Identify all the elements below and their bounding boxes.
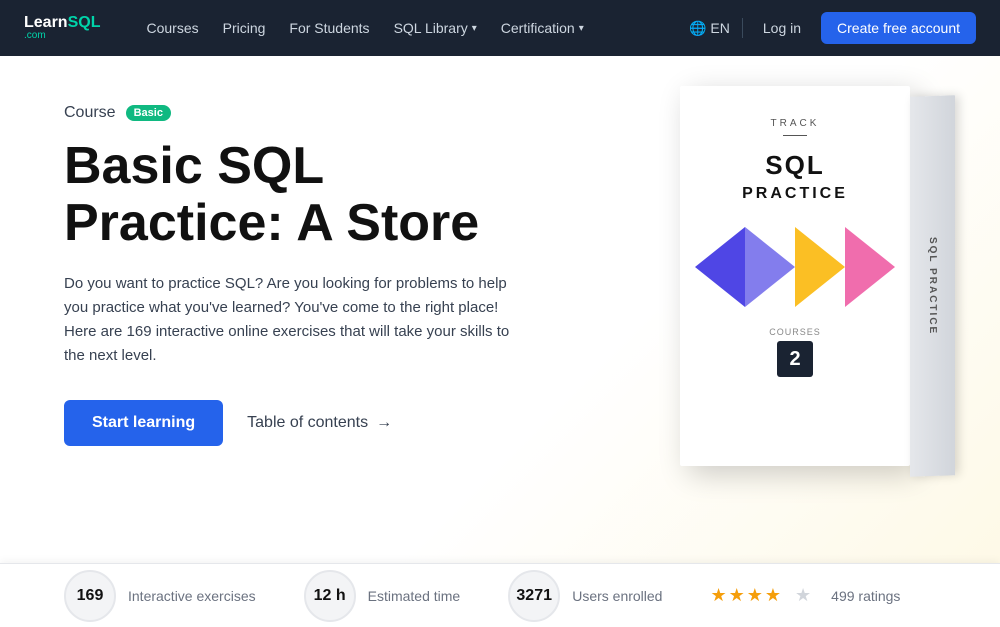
toc-label: Table of contents [247,414,368,432]
title-line1: Basic SQL [64,137,324,195]
hero-section: Course Basic Basic SQL Practice: A Store… [0,56,1000,563]
book-divider [783,135,807,136]
time-label: Estimated time [368,588,461,604]
navbar: LearnSQL .com Courses Pricing For Studen… [0,0,1000,56]
chevron-down-icon: ▾ [579,23,584,34]
arrow-icon: → [376,414,392,432]
lang-label: EN [710,20,729,36]
table-of-contents-link[interactable]: Table of contents → [247,414,392,432]
nav-sql-library[interactable]: SQL Library ▾ [384,14,487,42]
enrolled-label: Users enrolled [572,588,662,604]
book-courses-count: 2 [777,341,813,377]
book-subtitle: PRACTICE [742,185,848,203]
create-account-button[interactable]: Create free account [821,12,976,44]
enrolled-count: 3271 [508,570,560,622]
star-icons: ★★★★ [710,585,783,606]
shape-blue-left [695,227,745,307]
stat-enrolled: 3271 Users enrolled [508,570,662,622]
globe-icon: 🌐 [689,20,706,37]
chevron-down-icon: ▾ [472,23,477,34]
ratings-count: 499 ratings [831,588,900,604]
nav-courses[interactable]: Courses [136,14,208,42]
logo-text: LearnSQL [24,15,100,31]
nav-divider [742,18,743,38]
book-title: SQL [765,150,824,181]
nav-pricing[interactable]: Pricing [213,14,276,42]
book-spine: SQL PRACTICE [910,95,955,477]
login-button[interactable]: Log in [755,14,809,42]
nav-links: Courses Pricing For Students SQL Library… [136,14,661,42]
course-text: Course [64,104,116,122]
nav-right: 🌐 EN Log in Create free account [689,12,976,44]
book-shapes [695,227,895,307]
hero-description: Do you want to practice SQL? Are you loo… [64,272,524,368]
shape-pink [845,227,895,307]
book-visual: TRACK SQL PRACTICE COURSES 2 SQL PRACTIC… [640,86,960,516]
book-track-label: TRACK [771,118,820,129]
language-selector[interactable]: 🌐 EN [689,20,730,37]
title-line2: Practice: A Store [64,194,479,252]
nav-for-students[interactable]: For Students [279,14,379,42]
stat-time: 12 h Estimated time [304,570,461,622]
spine-text: SQL PRACTICE [927,237,938,336]
shape-yellow [795,227,845,307]
star-empty-icon: ★ [795,585,811,606]
stat-exercises: 169 Interactive exercises [64,570,256,622]
exercises-label: Interactive exercises [128,588,256,604]
nav-certification[interactable]: Certification ▾ [491,14,594,42]
time-value: 12 h [304,570,356,622]
book-cover: TRACK SQL PRACTICE COURSES 2 [680,86,910,466]
book-courses-label: COURSES [769,327,821,337]
basic-badge: Basic [126,105,171,121]
stat-ratings: ★★★★★ 499 ratings [710,585,900,606]
logo[interactable]: LearnSQL .com [24,15,100,41]
exercises-count: 169 [64,570,116,622]
stats-bar: 169 Interactive exercises 12 h Estimated… [0,563,1000,627]
logo-subtitle: .com [24,31,100,41]
start-learning-button[interactable]: Start learning [64,400,223,446]
shape-blue-right [745,227,795,307]
